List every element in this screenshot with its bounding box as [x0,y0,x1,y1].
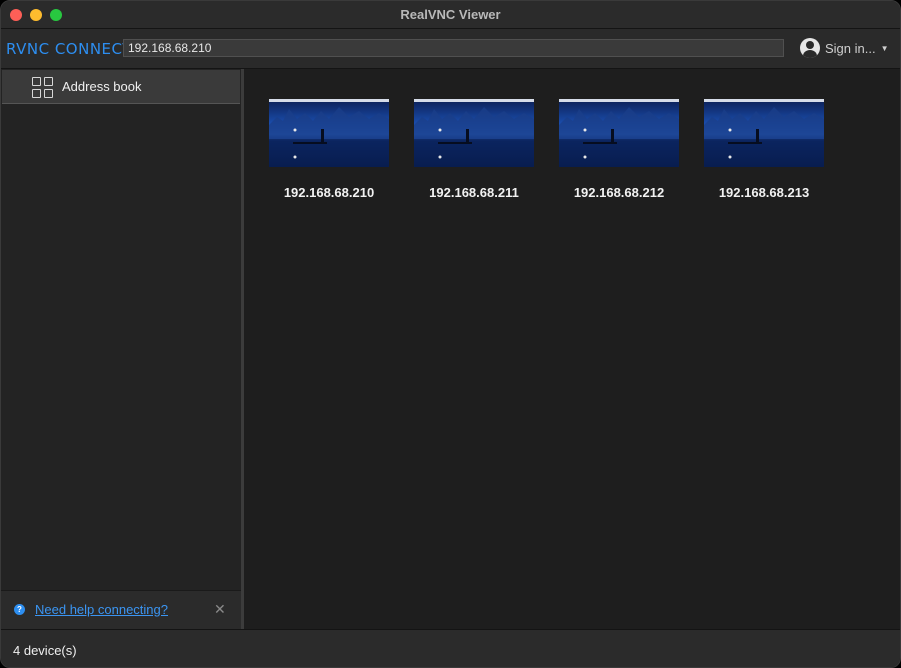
sign-in-label: Sign in... [825,40,876,56]
device-label: 192.168.68.213 [718,185,810,200]
help-bar: ? Need help connecting? ✕ [1,590,241,629]
close-icon[interactable]: ✕ [214,601,226,618]
caret-down-icon: ▼ [880,43,889,53]
status-bar: 4 device(s) [1,629,900,667]
app-window: RealVNC Viewer RVNC CONNECT Sign in... ▼… [0,0,901,668]
device-count: 4 device(s) [13,643,77,658]
user-avatar-icon [800,38,820,58]
help-connecting-link[interactable]: Need help connecting? [35,602,168,617]
device-label: 192.168.68.211 [429,185,519,200]
sign-in-button[interactable]: Sign in... ▼ [800,38,889,58]
device-thumbnail [414,99,534,167]
help-icon: ? [14,604,25,615]
device-thumbnail [269,99,389,167]
device-thumbnail [704,99,824,167]
toolbar: RVNC CONNECT Sign in... ▼ [1,29,900,69]
device-tile[interactable]: 192.168.68.211 [414,99,534,200]
device-grid: 192.168.68.210 192.168.68.211 192.168.68… [244,69,900,629]
device-thumbnail [559,99,679,167]
device-label: 192.168.68.210 [283,185,375,200]
vnc-connect-logo: RVNC CONNECT [6,40,133,58]
device-tile[interactable]: 192.168.68.213 [704,99,824,200]
sidebar-item-label: Address book [62,79,142,94]
grid-icon [32,77,54,99]
device-tile[interactable]: 192.168.68.210 [269,99,389,200]
title-bar: RealVNC Viewer [1,1,900,29]
sidebar: Address book ? Need help connecting? ✕ [1,69,241,629]
sidebar-item-address-book[interactable]: Address book [2,70,240,104]
device-label: 192.168.68.212 [573,185,665,200]
window-title: RealVNC Viewer [400,7,501,22]
device-tile[interactable]: 192.168.68.212 [559,99,679,200]
address-input[interactable] [123,39,784,57]
